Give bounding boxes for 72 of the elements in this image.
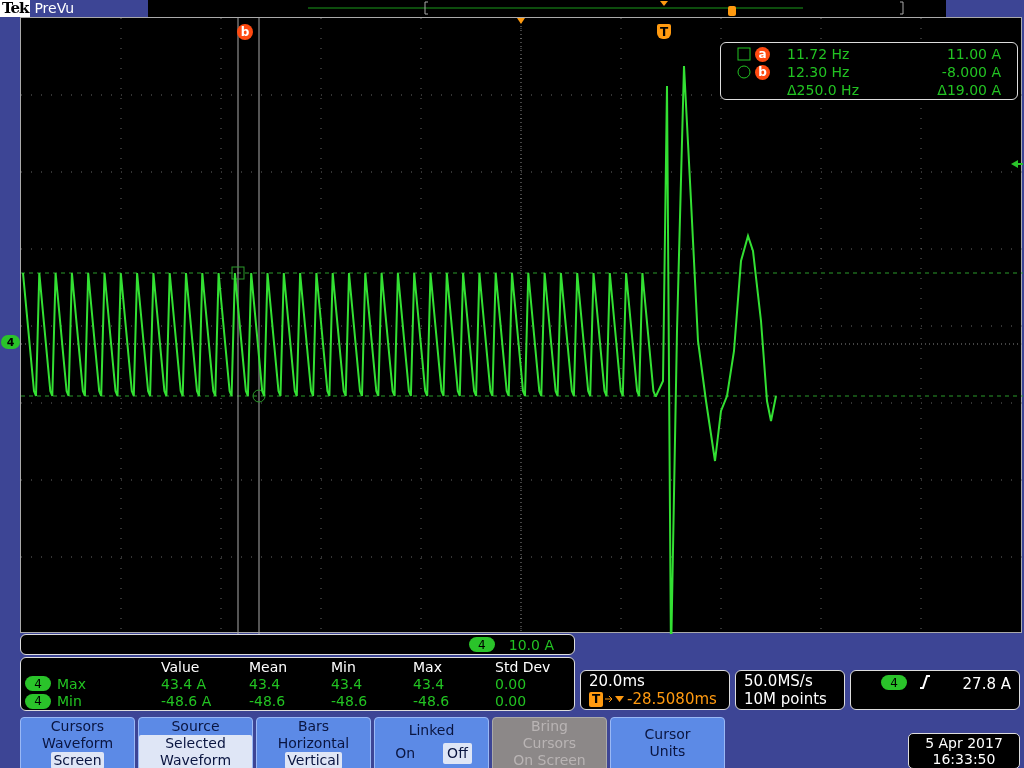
trigger-position-icon <box>728 6 737 16</box>
menu-option[interactable]: Vertical <box>285 751 342 768</box>
record-length: 10M points <box>744 690 828 708</box>
cursor-line[interactable] <box>21 395 1023 397</box>
vertical-scale: 10.0 A <box>508 636 554 653</box>
menu-title: Source <box>171 717 220 735</box>
menu-option[interactable]: Waveform <box>39 734 116 752</box>
trigger-level: 27.8 A <box>962 675 1011 693</box>
trigger-level-icon <box>1011 160 1023 168</box>
cursor-label: a <box>755 46 770 62</box>
channel-badge: 4 <box>25 676 51 692</box>
menu-button[interactable]: Linked On Off <box>374 717 489 768</box>
measurement-value: 43.4 <box>413 676 446 692</box>
sample-rate: 50.0MS/s <box>744 672 814 690</box>
column-header: Value <box>161 658 201 675</box>
amplitude-reading: -8.000 A <box>940 64 1001 80</box>
cursor-circle-icon <box>252 389 266 403</box>
trigger-position: -28.5080ms <box>627 690 717 708</box>
amplitude-reading: 11.00 A <box>945 46 1001 62</box>
column-header: Mean <box>249 658 289 675</box>
menu-option[interactable]: Horizontal <box>275 734 352 752</box>
view-bracket-icon <box>899 1 904 15</box>
expansion-point-icon <box>660 1 669 6</box>
menu-title: Linked <box>408 722 455 739</box>
measurement-value: 43.4 <box>249 676 282 692</box>
cursor-square-icon <box>231 266 245 280</box>
channel-badge: 4 <box>25 693 51 709</box>
measurement-value: -48.6 A <box>161 693 213 710</box>
menu-option[interactable]: Screen <box>51 751 104 768</box>
channel-marker: 4 <box>1 335 20 349</box>
measurement-value: -48.6 <box>331 693 369 710</box>
menu-title: Cursors <box>50 717 105 735</box>
time-per-division: 20.0ms <box>589 672 646 690</box>
frequency-reading: 11.72 Hz <box>787 46 851 62</box>
cursor-square-icon <box>737 47 751 61</box>
measurement-value: 43.4 A <box>161 676 208 692</box>
trigger-marker: T <box>589 691 603 707</box>
menu-button[interactable]: Cursors Waveform Screen <box>20 717 135 768</box>
channel-badge: 4 <box>881 675 907 690</box>
measurement-name: Max <box>57 676 86 692</box>
menu-option[interactable]: Off <box>443 743 472 764</box>
date-text: 5 Apr 2017 <box>925 735 1003 751</box>
mode-label: PreVu <box>33 0 76 17</box>
menu-option[interactable]: Selected Waveform <box>139 734 252 768</box>
column-header: Std Dev <box>495 658 552 675</box>
menu-option[interactable]: On <box>391 743 420 764</box>
cursor-label: b <box>755 64 770 80</box>
view-bracket-icon <box>424 1 429 15</box>
channel-badge: 4 <box>468 637 495 652</box>
delta-amplitude: Δ19.00 A <box>936 82 1001 98</box>
brand-logo: Tek <box>0 0 31 17</box>
column-header: Max <box>413 658 443 675</box>
trigger-marker: T <box>657 24 671 39</box>
measurement-value: 0.00 <box>495 676 528 692</box>
cursor-label: b <box>237 24 253 40</box>
delta-frequency: Δ250.0 Hz <box>787 82 860 98</box>
menu-button[interactable]: Bars Horizontal Vertical <box>256 717 371 768</box>
measurement-value: 43.4 <box>331 676 364 692</box>
frequency-reading: 12.30 Hz <box>787 64 851 80</box>
cursor-circle-icon <box>737 65 751 79</box>
measurement-value: -48.6 <box>249 693 287 710</box>
menu-title: Bars <box>297 717 330 735</box>
rising-edge-icon <box>919 675 931 689</box>
column-header: Min <box>331 658 357 675</box>
arrow-to-expansion-icon <box>605 694 625 704</box>
measurement-name: Min <box>57 693 82 710</box>
measurement-value: 0.00 <box>495 693 528 710</box>
menu-button[interactable]: Cursor Units <box>610 717 725 768</box>
cursor-line[interactable] <box>21 272 1023 274</box>
measurement-value: -48.6 <box>413 693 451 710</box>
menu-button[interactable]: Source Selected Waveform <box>138 717 253 768</box>
time-text: 16:33:50 <box>932 751 996 767</box>
